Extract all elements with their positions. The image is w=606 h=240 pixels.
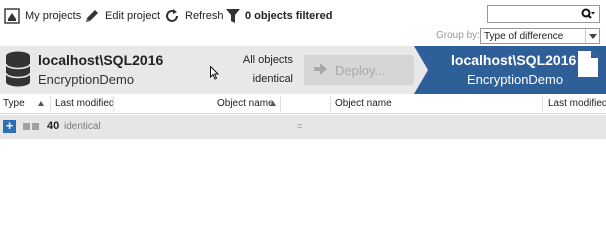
type-sort-icon bbox=[36, 94, 44, 114]
target-chevron bbox=[414, 46, 428, 94]
column-divider bbox=[280, 96, 281, 112]
status-square-icon bbox=[32, 123, 39, 130]
column-divider bbox=[542, 96, 543, 112]
group-by-label: Group by: bbox=[436, 30, 480, 41]
column-type[interactable]: Type bbox=[3, 94, 25, 114]
summary-result: identical bbox=[252, 73, 293, 85]
expand-plus-icon[interactable]: + bbox=[3, 119, 16, 133]
arrow-right-icon bbox=[314, 62, 327, 78]
equals-icon: = bbox=[297, 121, 303, 131]
status-square-icon bbox=[23, 123, 30, 130]
column-object-name-source[interactable]: Object name bbox=[217, 94, 274, 114]
chevron-down-icon[interactable] bbox=[585, 29, 599, 43]
summary-scope: All objects bbox=[242, 54, 293, 66]
filter-status-label: 0 objects filtered bbox=[245, 10, 333, 22]
pencil-icon bbox=[84, 8, 100, 24]
edit-project-button[interactable]: Edit project bbox=[84, 6, 160, 26]
source-server: localhost\SQL2016 bbox=[38, 52, 164, 68]
group-by-select[interactable]: Type of difference bbox=[480, 28, 600, 44]
search-input[interactable] bbox=[488, 6, 577, 22]
group-row-identical[interactable]: + 40 identical = bbox=[0, 115, 606, 139]
filter-funnel-icon bbox=[226, 8, 240, 24]
filter-status[interactable]: 0 objects filtered bbox=[226, 6, 332, 26]
source-database: EncryptionDemo bbox=[38, 72, 135, 87]
edit-project-label: Edit project bbox=[105, 10, 161, 22]
deploy-label: Deploy... bbox=[335, 62, 386, 78]
mouse-pointer-icon bbox=[210, 65, 220, 83]
column-divider bbox=[330, 96, 331, 112]
column-object-name-target[interactable]: Object name bbox=[335, 94, 392, 114]
toolbar: My projects Edit project Refresh 0 objec… bbox=[0, 0, 606, 46]
group-by-value: Type of difference bbox=[484, 30, 564, 42]
database-icon bbox=[5, 51, 31, 90]
target-database: EncryptionDemo bbox=[467, 72, 564, 87]
group-count: 40 bbox=[47, 120, 60, 132]
column-header-row: Type Last modified Object name Object na… bbox=[0, 94, 606, 114]
column-divider bbox=[113, 96, 114, 112]
search-icon[interactable] bbox=[577, 6, 599, 22]
refresh-icon bbox=[164, 8, 180, 24]
my-projects-icon bbox=[4, 8, 20, 24]
target-server: localhost\SQL2016 bbox=[451, 52, 577, 68]
object-name-sort-icon bbox=[268, 94, 276, 114]
column-last-modified-target[interactable]: Last modified bbox=[548, 94, 606, 114]
refresh-label: Refresh bbox=[185, 10, 224, 22]
my-projects-label: My projects bbox=[25, 10, 82, 22]
script-file-icon bbox=[578, 51, 598, 80]
refresh-button[interactable]: Refresh bbox=[164, 6, 224, 26]
deploy-button[interactable]: Deploy... bbox=[304, 55, 412, 85]
my-projects-button[interactable]: My projects bbox=[4, 6, 81, 26]
column-divider bbox=[50, 96, 51, 112]
group-label: identical bbox=[64, 121, 101, 132]
search-box bbox=[487, 5, 600, 23]
column-last-modified-source[interactable]: Last modified bbox=[55, 94, 114, 114]
